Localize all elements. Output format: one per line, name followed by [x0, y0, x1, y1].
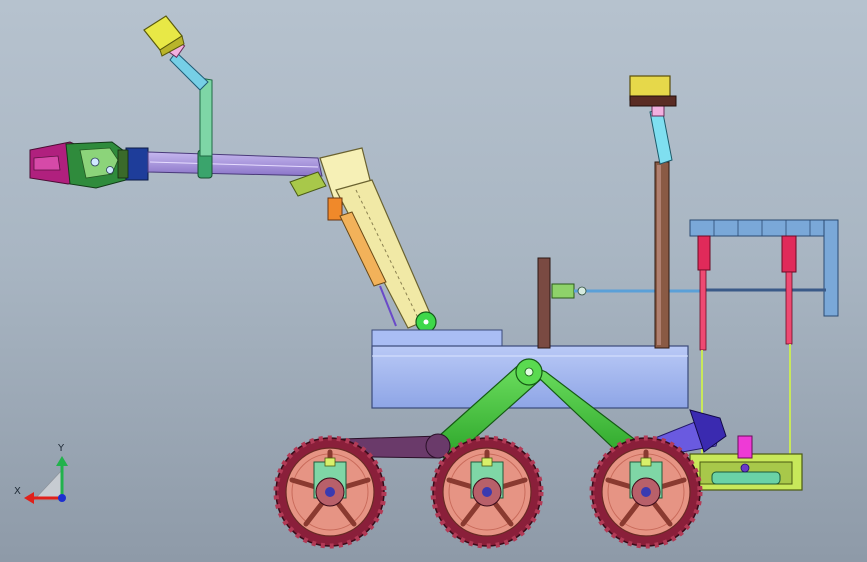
wheel-middle[interactable] [430, 435, 544, 549]
camera-mast[interactable] [162, 35, 213, 157]
y-axis-arrowhead [56, 456, 68, 466]
wheel-rear[interactable] [589, 435, 703, 549]
x-axis-label: X [14, 486, 21, 497]
rover-model[interactable] [0, 0, 867, 562]
triad-plane [33, 468, 63, 501]
axis-triad [24, 456, 68, 504]
z-axis-dot [58, 494, 66, 502]
body-chassis[interactable] [371, 257, 700, 409]
arm-elbow[interactable] [289, 147, 437, 333]
rear-camera-head[interactable] [629, 75, 677, 107]
y-axis-label: Y [58, 443, 65, 454]
wheel-front[interactable] [273, 435, 387, 549]
rear-camera-mast[interactable] [649, 103, 673, 349]
gripper[interactable] [29, 141, 149, 189]
x-axis-arrowhead [24, 492, 34, 504]
arm-tube[interactable] [147, 149, 323, 179]
cad-viewport[interactable]: X Y [0, 0, 867, 562]
